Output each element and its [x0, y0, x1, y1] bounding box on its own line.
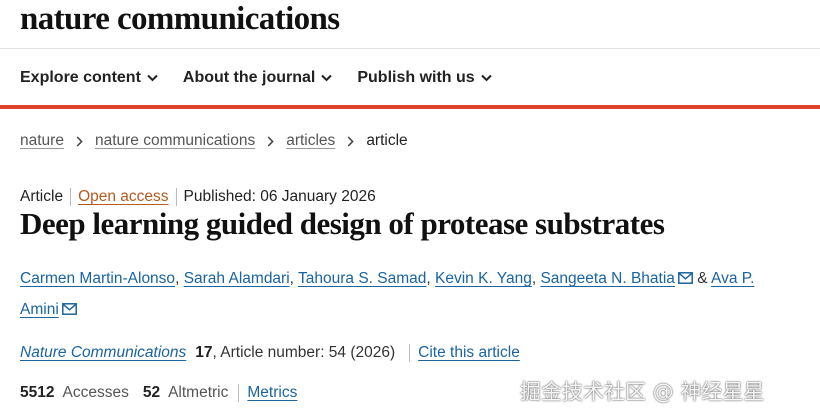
author-link[interactable]: Kevin K. Yang: [435, 270, 532, 287]
chevron-down-icon: [321, 74, 333, 82]
author-separator: ,: [426, 270, 431, 287]
citation-line: Nature Communications 17 , Article numbe…: [20, 342, 520, 364]
altmetric-count: 52: [142, 384, 161, 401]
breadcrumb-articles[interactable]: articles: [286, 132, 335, 150]
article-type: Article: [20, 188, 64, 205]
chevron-right-icon: [76, 135, 83, 147]
mail-icon[interactable]: [677, 272, 693, 284]
author-separator: ,: [175, 270, 180, 287]
main-nav: Explore content About the journal Publis…: [20, 66, 517, 90]
chevron-right-icon: [267, 135, 274, 147]
nav-item-label: Explore content: [20, 69, 141, 86]
breadcrumb-current: article: [366, 132, 408, 149]
author-joiner: &: [697, 270, 708, 287]
published-date: Published: 06 January 2026: [183, 188, 376, 205]
nav-about-the-journal[interactable]: About the journal: [182, 69, 333, 87]
open-access-link[interactable]: Open access: [78, 188, 168, 206]
citation-divider: [409, 344, 411, 362]
article-title: Deep learning guided design of protease …: [20, 206, 665, 241]
metrics-divider: [238, 384, 240, 402]
accesses-label: Accesses: [62, 384, 129, 401]
accent-bar: [0, 105, 820, 109]
metrics-link[interactable]: Metrics: [247, 384, 297, 402]
chevron-right-icon: [347, 135, 355, 147]
nav-explore-content[interactable]: Explore content: [20, 69, 158, 87]
breadcrumb: nature nature communications articles ar…: [20, 131, 408, 151]
cite-this-article-link[interactable]: Cite this article: [418, 344, 520, 362]
breadcrumb-nature[interactable]: nature: [20, 132, 64, 150]
nav-item-label: About the journal: [182, 69, 316, 86]
nav-item-label: Publish with us: [357, 69, 475, 86]
volume-number: 17: [195, 344, 213, 361]
meta-divider: [175, 188, 177, 206]
altmetric-label: Altmetric: [168, 384, 229, 401]
chevron-down-icon: [147, 74, 158, 82]
author-link[interactable]: Carmen Martin-Alonso: [20, 270, 175, 287]
watermark: 掘金技术社区 @ 神经星星: [520, 380, 765, 404]
metrics-line: 5512 Accesses 52 Altmetric Metrics: [20, 382, 297, 404]
author-link[interactable]: Sarah Alamdari: [184, 270, 290, 287]
header-divider: [0, 48, 820, 49]
mail-icon[interactable]: [61, 303, 77, 315]
meta-divider: [70, 188, 72, 206]
journal-logo[interactable]: nature communications: [20, 1, 340, 38]
article-meta: Article Open access Published: 06 Januar…: [20, 187, 376, 207]
author-link[interactable]: Sangeeta N. Bhatia: [540, 270, 674, 287]
author-separator: ,: [289, 270, 294, 287]
accesses-count: 5512: [20, 384, 55, 401]
breadcrumb-nature-communications[interactable]: nature communications: [95, 132, 255, 150]
author-separator: ,: [531, 270, 537, 287]
journal-link[interactable]: Nature Communications: [20, 344, 186, 362]
chevron-down-icon: [480, 74, 492, 82]
nav-publish-with-us[interactable]: Publish with us: [357, 69, 492, 87]
author-link[interactable]: Tahoura S. Samad: [298, 270, 426, 287]
article-number: , Article number: 54 (2026): [212, 344, 396, 361]
author-list: Carmen Martin-Alonso, Sarah Alamdari, Ta…: [20, 263, 780, 325]
